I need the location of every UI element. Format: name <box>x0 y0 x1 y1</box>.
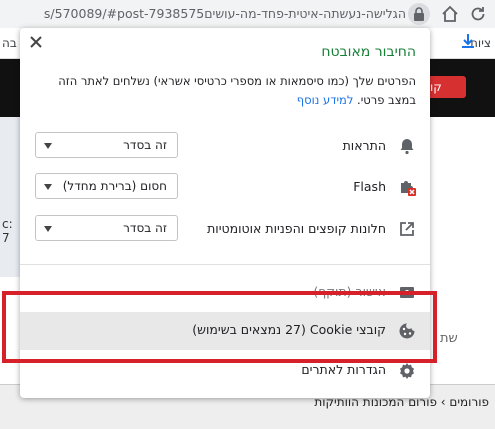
bookmark-item[interactable]: בה <box>2 36 17 50</box>
notifications-select[interactable]: זה בסדר <box>35 132 178 158</box>
menu-label: הגדרות לאתרים <box>301 362 386 377</box>
site-settings-row[interactable]: הגדרות לאתרים <box>20 352 430 390</box>
cookies-row[interactable]: קובצי Cookie (27 נמצאים בשימוש) <box>20 312 430 350</box>
chevron-down-icon <box>44 184 52 190</box>
chevron-down-icon <box>44 143 52 149</box>
menu-label: קובצי Cookie (27 נמצאים בשימוש) <box>192 322 386 337</box>
permission-label: התראות <box>342 138 386 153</box>
cookie-icon <box>398 322 416 340</box>
url-text: s/570089/#post-7938575הגלישה-נעשתה-איטית… <box>43 6 406 21</box>
description-text: הפרטים שלך (כמו סיסמאות או מספרי כרטיסי … <box>58 74 416 107</box>
permission-label: חלונות קופצים והפניות אוטומטיות <box>207 221 386 236</box>
flash-select[interactable]: חסום (ברירת מחדל) <box>35 173 178 199</box>
close-icon[interactable] <box>28 34 44 50</box>
chevron-down-icon <box>44 226 52 232</box>
url-field[interactable]: s/570089/#post-7938575הגלישה-נעשתה-איטית… <box>0 3 432 25</box>
bell-icon <box>398 137 416 155</box>
connection-description: הפרטים שלך (כמו סיסמאות או מספרי כרטיסי … <box>36 72 416 110</box>
permission-label: Flash <box>353 179 386 194</box>
select-value: זה בסדר <box>123 221 167 235</box>
menu-label: אישור (תוקף) <box>313 284 386 299</box>
site-info-popup: החיבור מאובטח הפרטים שלך (כמו סיסמאות או… <box>20 28 430 398</box>
select-value: זה בסדר <box>123 138 167 152</box>
download-icon[interactable] <box>461 33 475 49</box>
puzzle-blocked-icon <box>398 178 416 196</box>
left-fragment: c: 7 <box>2 217 13 245</box>
permission-popups: חלונות קופצים והפניות אוטומטיות זה בסדר <box>20 214 430 244</box>
address-bar: s/570089/#post-7938575הגלישה-נעשתה-איטית… <box>0 0 495 28</box>
permission-flash: Flash חסום (ברירת מחדל) <box>20 172 430 202</box>
external-link-icon <box>398 220 416 238</box>
learn-more-link[interactable]: למידע נוסף <box>297 93 354 107</box>
lock-icon[interactable] <box>408 3 430 25</box>
reload-icon[interactable] <box>466 2 490 26</box>
left-panel: c: 7 <box>0 117 20 277</box>
popup-divider <box>20 264 430 265</box>
permission-notifications: התראות זה בסדר <box>20 131 430 161</box>
home-icon[interactable] <box>438 2 462 26</box>
side-text: שת <box>440 331 458 346</box>
popups-select[interactable]: זה בסדר <box>35 215 178 241</box>
select-value: חסום (ברירת מחדל) <box>62 179 167 193</box>
connection-secure-title: החיבור מאובטח <box>321 44 416 60</box>
gear-icon <box>398 362 416 380</box>
register-button[interactable]: קו <box>426 76 466 98</box>
certificate-icon <box>398 284 416 302</box>
certificate-row[interactable]: אישור (תוקף) <box>20 274 430 312</box>
